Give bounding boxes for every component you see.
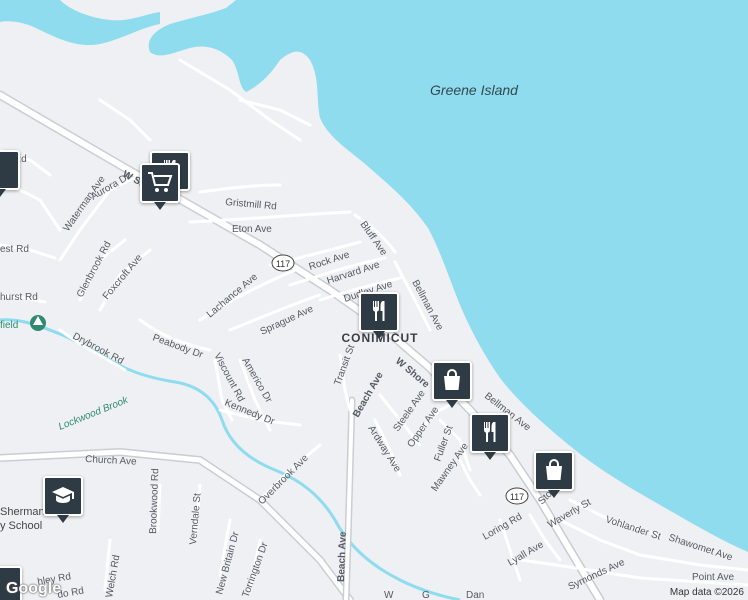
- school-label-line1: Sherman: [0, 506, 45, 518]
- road-label-g-partial: G: [422, 590, 430, 600]
- shopping-marker[interactable]: [534, 451, 574, 498]
- road-label-dan-partial: Dan: [466, 590, 484, 600]
- road-label-eton: Eton Ave: [232, 224, 272, 235]
- road-label-point: Point Ave: [692, 572, 735, 583]
- fork-knife-icon: [373, 301, 385, 321]
- map-canvas[interactable]: 117 117 Greene Island CONIMICUT Lockwood…: [0, 0, 748, 600]
- shopping-marker[interactable]: [432, 361, 472, 408]
- school-label-line2: y School: [0, 520, 42, 532]
- road-label-brookwood: Brookwood Rd: [148, 468, 161, 534]
- island-label: Greene Island: [430, 82, 519, 98]
- route-shield-north: 117: [271, 254, 295, 272]
- grocery-marker[interactable]: [140, 163, 180, 210]
- restaurant-marker[interactable]: [470, 413, 510, 460]
- route-shield-south-label: 117: [510, 492, 524, 502]
- graduation-cap-icon: [52, 487, 74, 503]
- park-label-partial: field: [0, 320, 18, 331]
- road-label-hurst-partial: hurst Rd: [0, 292, 38, 303]
- google-logo: Google: [6, 580, 62, 597]
- shopping-cart-icon: [148, 172, 173, 192]
- road-label-beach-south: Beach Ave: [336, 531, 349, 582]
- map-attribution[interactable]: Map data ©2026: [670, 587, 744, 598]
- route-shield-south: 117: [505, 487, 529, 505]
- restaurant-marker[interactable]: [359, 292, 399, 339]
- fork-knife-icon: [484, 422, 496, 442]
- partial-marker-left[interactable]: [0, 150, 20, 197]
- road-label-w-partial: W: [384, 590, 394, 600]
- shopping-bag-icon: [546, 459, 562, 480]
- route-shield-north-label: 117: [276, 259, 290, 269]
- school-marker[interactable]: [43, 476, 83, 523]
- shopping-bag-icon: [444, 369, 460, 390]
- road-label-west-partial: est Rd: [0, 244, 29, 255]
